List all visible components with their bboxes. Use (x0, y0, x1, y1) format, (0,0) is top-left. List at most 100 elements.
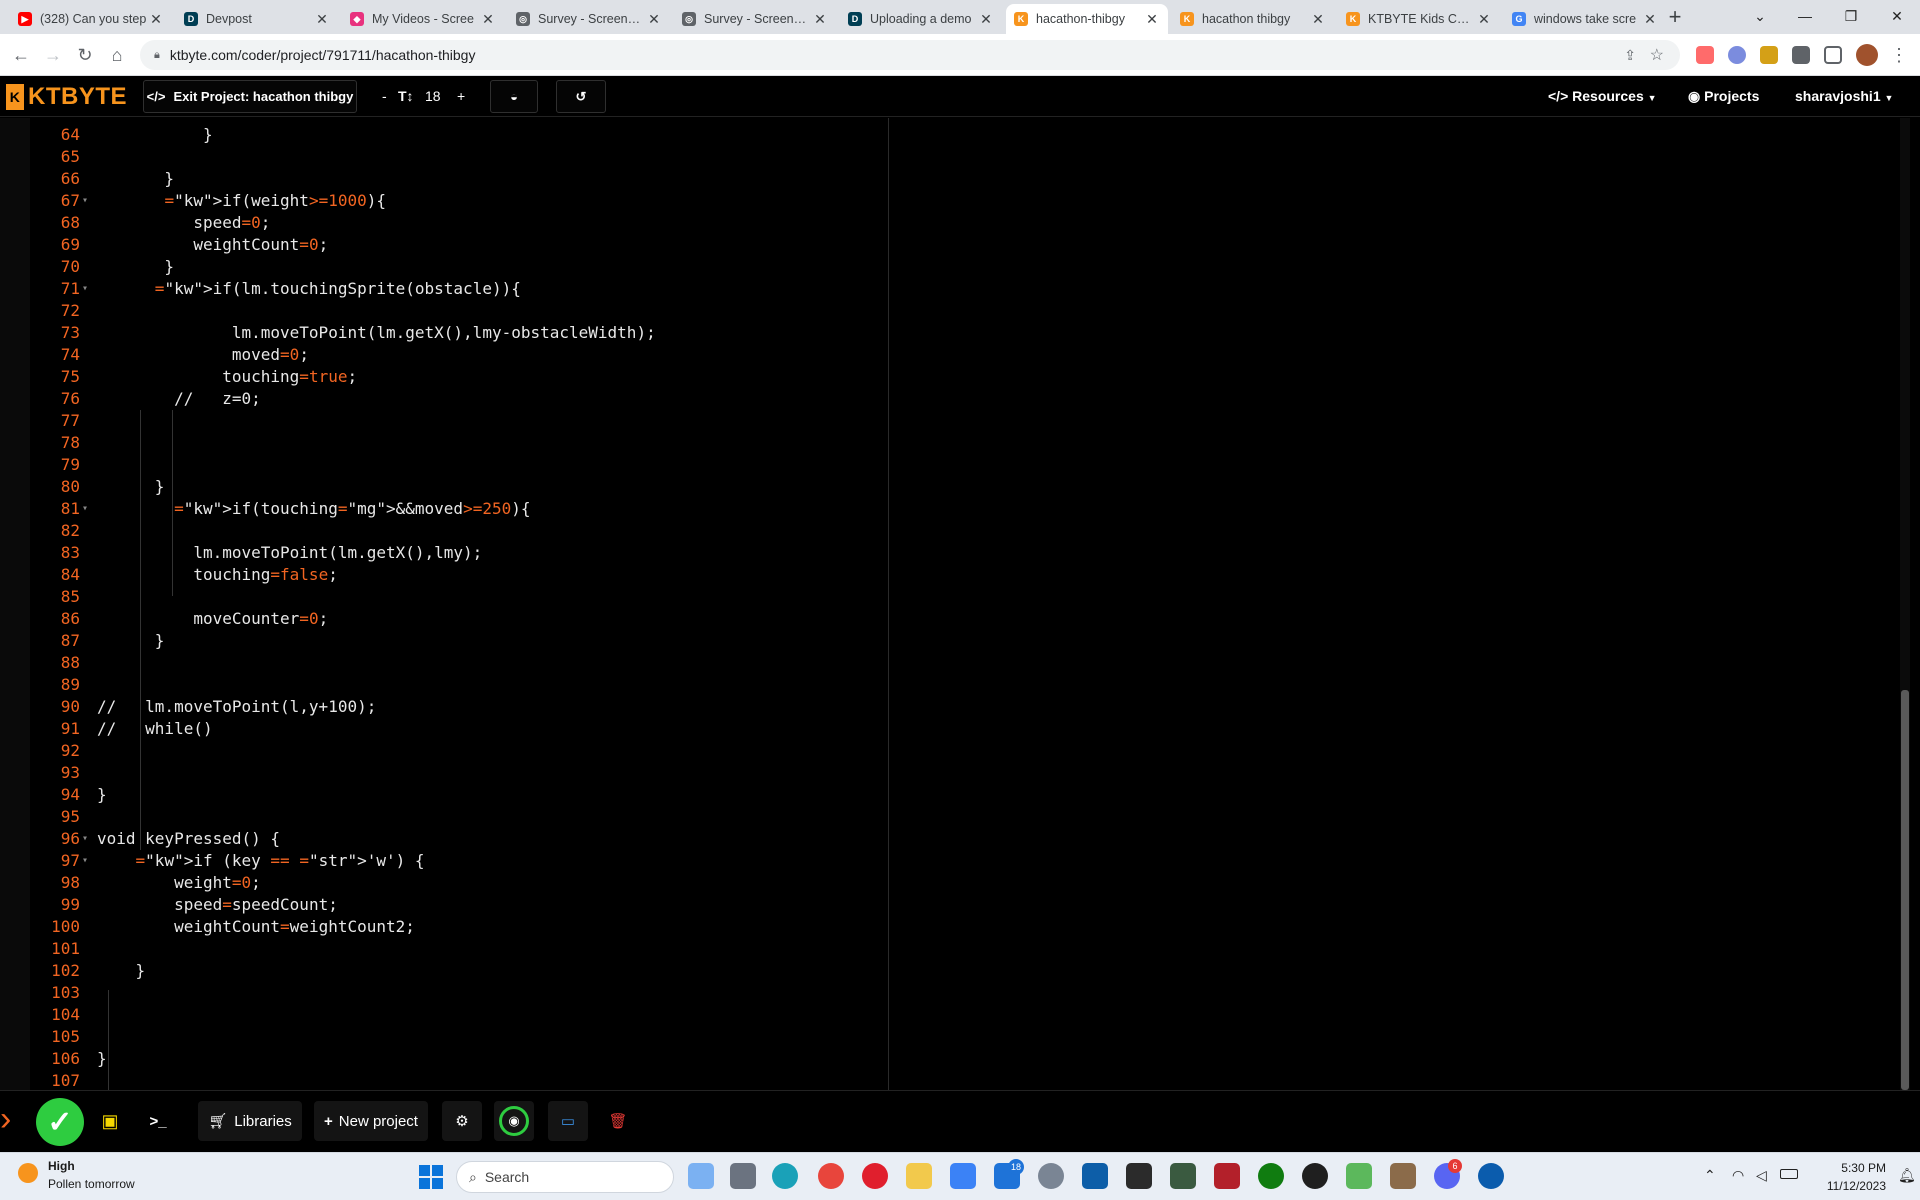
tab-close-icon[interactable]: ✕ (480, 11, 496, 28)
volume-icon[interactable]: ◁ (1756, 1167, 1767, 1184)
code-line[interactable]: 94} (30, 784, 880, 806)
code-line[interactable]: 92 (30, 740, 880, 762)
browser-tab[interactable]: ◆ My Videos - Scree ✕ (342, 4, 504, 34)
notification-bell-icon[interactable]: 🔔︎ (1898, 1167, 1916, 1184)
code-line[interactable]: 84 touching=false; (30, 564, 880, 586)
tab-close-icon[interactable]: ✕ (148, 11, 164, 28)
chrome-icon[interactable] (818, 1163, 844, 1189)
code-line[interactable]: 80 } (30, 476, 880, 498)
tab-close-icon[interactable]: ✕ (812, 11, 828, 28)
browser-tab[interactable]: D Devpost ✕ (176, 4, 338, 34)
taskbar-search[interactable]: ⌕ Search (456, 1161, 674, 1193)
extension-icon-1[interactable] (1696, 46, 1714, 64)
browser-tab[interactable]: Gwindows take scre ✕ (1504, 4, 1666, 34)
code-line[interactable]: 99 speed=speedCount; (30, 894, 880, 916)
run-button[interactable]: ✓ (36, 1098, 84, 1146)
code-line[interactable]: 95 (30, 806, 880, 828)
code-line[interactable]: 77 (30, 410, 880, 432)
bookmark-star-icon[interactable]: ☆ (1650, 45, 1664, 65)
task-view-icon[interactable] (730, 1163, 756, 1189)
code-line[interactable]: 102 } (30, 960, 880, 982)
fold-arrow-icon[interactable]: ▾ (82, 850, 92, 872)
exit-project-button[interactable]: </> Exit Project: hacathon thibgy (143, 80, 357, 113)
libraries-button[interactable]: 🛒︎ Libraries (198, 1101, 302, 1141)
tab-search-icon[interactable]: ⌄ (1737, 0, 1783, 32)
new-project-button[interactable]: + New project (314, 1101, 428, 1141)
code-line[interactable]: 87 } (30, 630, 880, 652)
fold-arrow-icon[interactable]: ▾ (82, 828, 92, 850)
browser-tab[interactable]: D Uploading a demo ✕ (840, 4, 1002, 34)
browser-tab[interactable]: Khacathon thibgy ✕ (1172, 4, 1334, 34)
start-button[interactable] (419, 1165, 443, 1189)
code-line[interactable]: 82 (30, 520, 880, 542)
minecraft-icon[interactable] (1390, 1163, 1416, 1189)
red-app-icon[interactable] (1214, 1163, 1240, 1189)
browser-tab[interactable]: Khacathon-thibgy ✕ (1006, 4, 1168, 34)
code-line[interactable]: 72 (30, 300, 880, 322)
tab-close-icon[interactable]: ✕ (314, 11, 330, 28)
code-line[interactable]: 98 weight=0; (30, 872, 880, 894)
editor-scrollbar-thumb[interactable] (1901, 690, 1909, 1090)
tab-close-icon[interactable]: ✕ (1476, 11, 1492, 28)
code-line[interactable]: 90 // lm.moveToPoint(l,y+100); (30, 696, 880, 718)
logitech-icon[interactable] (1302, 1163, 1328, 1189)
code-line[interactable]: 71 ▾ ="kw">if(lm.touchingSprite(obstacle)… (30, 278, 880, 300)
code-editor[interactable]: 64 } 65 66 } 67 ▾ ="kw">if(weight>=1000){68 … (30, 118, 1900, 1090)
settings-button[interactable]: ⚙ (442, 1101, 482, 1141)
code-line[interactable]: 86 moveCounter=0; (30, 608, 880, 630)
code-line[interactable]: 73 lm.moveToPoint(lm.getX(),lmy-obstacle… (30, 322, 880, 344)
code-line[interactable]: 76 // z=0; (30, 388, 880, 410)
minimize-button[interactable]: — (1782, 0, 1828, 32)
fold-arrow-icon[interactable]: ▾ (82, 190, 92, 212)
code-line[interactable]: 85 (30, 586, 880, 608)
code-line[interactable]: 96 ▾ void keyPressed() { (30, 828, 880, 850)
close-window-button[interactable]: ✕ (1874, 0, 1920, 32)
code-line[interactable]: 103 (30, 982, 880, 1004)
store-icon[interactable] (950, 1163, 976, 1189)
code-line[interactable]: 106} (30, 1048, 880, 1070)
delete-button[interactable]: 🗑︎ (598, 1101, 638, 1141)
history-button[interactable]: ↺ (556, 80, 606, 113)
code-line[interactable]: 88 (30, 652, 880, 674)
code-line[interactable]: 104 (30, 1004, 880, 1026)
weather-widget[interactable]: High Pollen tomorrow (18, 1159, 158, 1195)
tab-close-icon[interactable]: ✕ (646, 11, 662, 28)
code-line[interactable]: 66 } (30, 168, 880, 190)
browser-tab[interactable]: ▶ (328) Can you step ✕ (10, 4, 172, 34)
code-line[interactable]: 78 (30, 432, 880, 454)
restore-button[interactable]: ❐ (1828, 0, 1874, 32)
tab-close-icon[interactable]: ✕ (1144, 11, 1160, 28)
app-icon-dark[interactable] (1126, 1163, 1152, 1189)
gauge-button[interactable]: ◒ (490, 80, 538, 113)
code-line[interactable]: 64 } (30, 124, 880, 146)
tray-overflow-icon[interactable]: ⌃ (1704, 1167, 1716, 1184)
code-line[interactable]: 89 (30, 674, 880, 696)
browser-tab[interactable]: K KTBYTE Kids Codin ✕ (1338, 4, 1500, 34)
back-icon[interactable]: ← (8, 42, 34, 68)
code-line[interactable]: 68 speed=0; (30, 212, 880, 234)
green-app-icon[interactable] (1346, 1163, 1372, 1189)
fold-arrow-icon[interactable]: ▾ (82, 278, 92, 300)
projects-link[interactable]: ◉ Projects (1688, 88, 1759, 105)
ktbyte-logo[interactable]: K KTBYTE (6, 82, 127, 112)
battery-icon[interactable] (1780, 1169, 1798, 1179)
font-decrease-button[interactable]: - (382, 88, 387, 104)
clock-date[interactable]: 11/12/2023 (1816, 1179, 1886, 1193)
code-line[interactable]: 65 (30, 146, 880, 168)
code-line[interactable]: 91 // while() (30, 718, 880, 740)
extension-icon-3[interactable] (1760, 46, 1778, 64)
code-line[interactable]: 75 touching=true; (30, 366, 880, 388)
save-button[interactable]: ▣ (96, 1101, 124, 1141)
browser-menu-icon[interactable]: ⋮ (1886, 42, 1912, 68)
tab-close-icon[interactable]: ✕ (1310, 11, 1326, 28)
xbox-icon[interactable] (1258, 1163, 1284, 1189)
gamepad-button[interactable]: ◉ (494, 1101, 534, 1141)
clock-time[interactable]: 5:30 PM (1826, 1161, 1886, 1175)
code-line[interactable]: 69 weightCount=0; (30, 234, 880, 256)
game-app-icon[interactable] (1170, 1163, 1196, 1189)
fold-arrow-icon[interactable]: ▾ (82, 498, 92, 520)
browser-tab[interactable]: ◎ Survey - Screencas ✕ (508, 4, 670, 34)
extension-icon-2[interactable] (1728, 46, 1746, 64)
code-line[interactable]: 70 } (30, 256, 880, 278)
wifi-icon[interactable]: ◠ (1732, 1167, 1744, 1184)
